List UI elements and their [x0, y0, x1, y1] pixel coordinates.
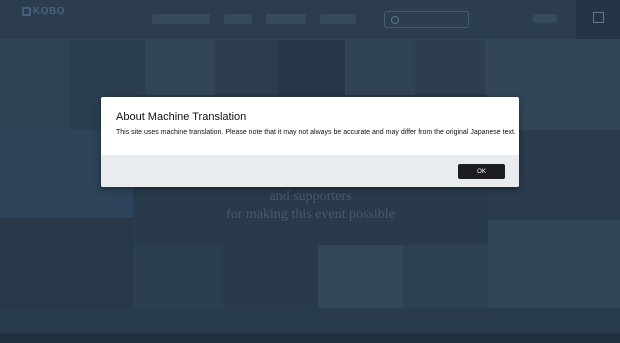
- dialog-footer: OK: [101, 155, 519, 187]
- dialog-message: This site uses machine translation. Plea…: [116, 129, 516, 136]
- machine-translation-dialog: About Machine Translation This site uses…: [101, 97, 519, 187]
- ok-button[interactable]: OK: [458, 164, 505, 179]
- dialog-title: About Machine Translation: [116, 111, 247, 123]
